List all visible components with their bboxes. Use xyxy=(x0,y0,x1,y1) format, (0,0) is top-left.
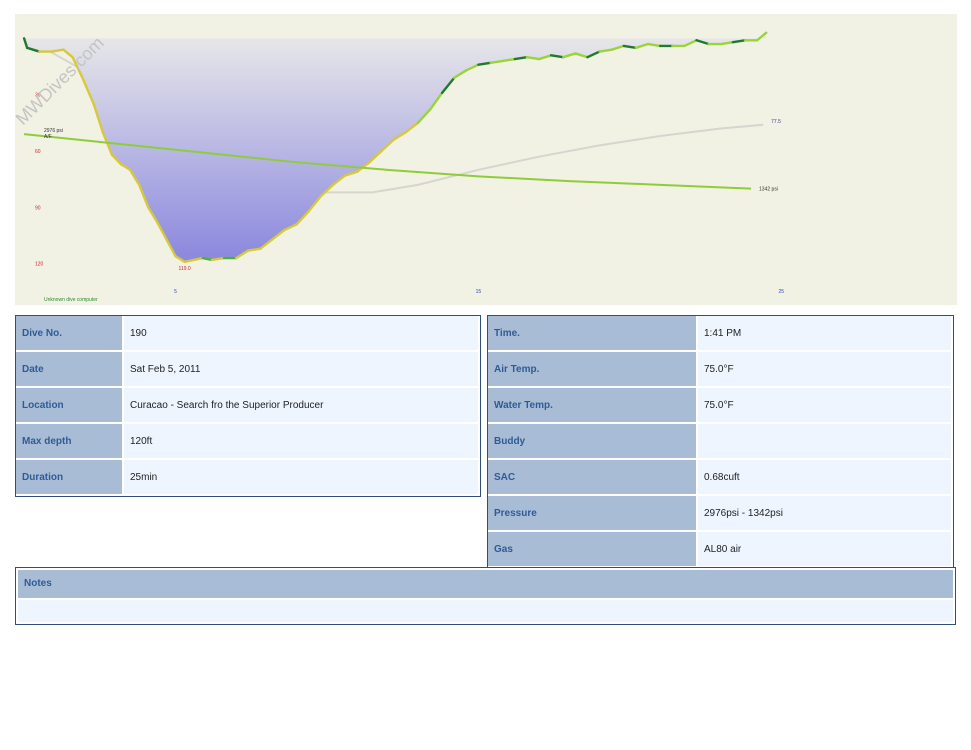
table-row: Gas AL80 air xyxy=(488,532,953,568)
gas-value: AL80 air xyxy=(698,532,953,568)
table-row: Date Sat Feb 5, 2011 xyxy=(16,352,480,388)
dive-conditions-table: Time. 1:41 PM Air Temp. 75.0°F Water Tem… xyxy=(487,315,954,569)
pressure-label: Pressure xyxy=(488,496,698,532)
table-row: SAC 0.68cuft xyxy=(488,460,953,496)
dive-no-value: 190 xyxy=(124,316,480,352)
table-row: Location Curacao - Search fro the Superi… xyxy=(16,388,480,424)
location-label: Location xyxy=(16,388,124,424)
temperature-end-label: 77.5 xyxy=(771,119,781,125)
buddy-value xyxy=(698,424,953,460)
y-tick-label: 60 xyxy=(35,149,41,155)
gas-label: Gas xyxy=(488,532,698,568)
x-tick-label: 5 xyxy=(174,289,177,295)
x-tick-label: 15 xyxy=(476,289,482,295)
dive-profile-chart: 3060901205 15 25119.02976 psiA/F1342 psi77… xyxy=(15,14,957,305)
table-row: Max depth 120ft xyxy=(16,424,480,460)
y-tick-label: 90 xyxy=(35,205,41,211)
notes-header: Notes xyxy=(18,570,953,598)
pressure-value: 2976psi - 1342psi xyxy=(698,496,953,532)
sac-value: 0.68cuft xyxy=(698,460,953,496)
air-temp-label: Air Temp. xyxy=(488,352,698,388)
dive-no-label: Dive No. xyxy=(16,316,124,352)
date-label: Date xyxy=(16,352,124,388)
time-label: Time. xyxy=(488,316,698,352)
table-row: Air Temp. 75.0°F xyxy=(488,352,953,388)
sac-label: SAC xyxy=(488,460,698,496)
max-depth-label: 119.0 xyxy=(179,266,191,272)
buddy-label: Buddy xyxy=(488,424,698,460)
location-value: Curacao - Search fro the Superior Produc… xyxy=(124,388,480,424)
notes-panel: Notes xyxy=(15,567,956,625)
table-row: Pressure 2976psi - 1342psi xyxy=(488,496,953,532)
table-row: Water Temp. 75.0°F xyxy=(488,388,953,424)
x-tick-label: 25 xyxy=(779,289,785,295)
max-depth-label: Max depth xyxy=(16,424,124,460)
water-temp-label: Water Temp. xyxy=(488,388,698,424)
table-row: Time. 1:41 PM xyxy=(488,316,953,352)
table-row: Dive No. 190 xyxy=(16,316,480,352)
temperature-start-label: A/F xyxy=(44,134,52,140)
notes-body xyxy=(18,600,953,622)
table-row: Buddy xyxy=(488,424,953,460)
air-temp-value: 75.0°F xyxy=(698,352,953,388)
duration-label: Duration xyxy=(16,460,124,496)
table-row: Duration 25min xyxy=(16,460,480,496)
pressure-end-label: 1342 psi xyxy=(759,187,778,193)
duration-value: 25min xyxy=(124,460,480,496)
water-temp-value: 75.0°F xyxy=(698,388,953,424)
dive-info-table: Dive No. 190 Date Sat Feb 5, 2011 Locati… xyxy=(15,315,481,497)
time-value: 1:41 PM xyxy=(698,316,953,352)
computer-label: Unknown dive computer xyxy=(44,297,98,303)
date-value: Sat Feb 5, 2011 xyxy=(124,352,480,388)
y-tick-label: 120 xyxy=(35,262,44,268)
max-depth-value: 120ft xyxy=(124,424,480,460)
